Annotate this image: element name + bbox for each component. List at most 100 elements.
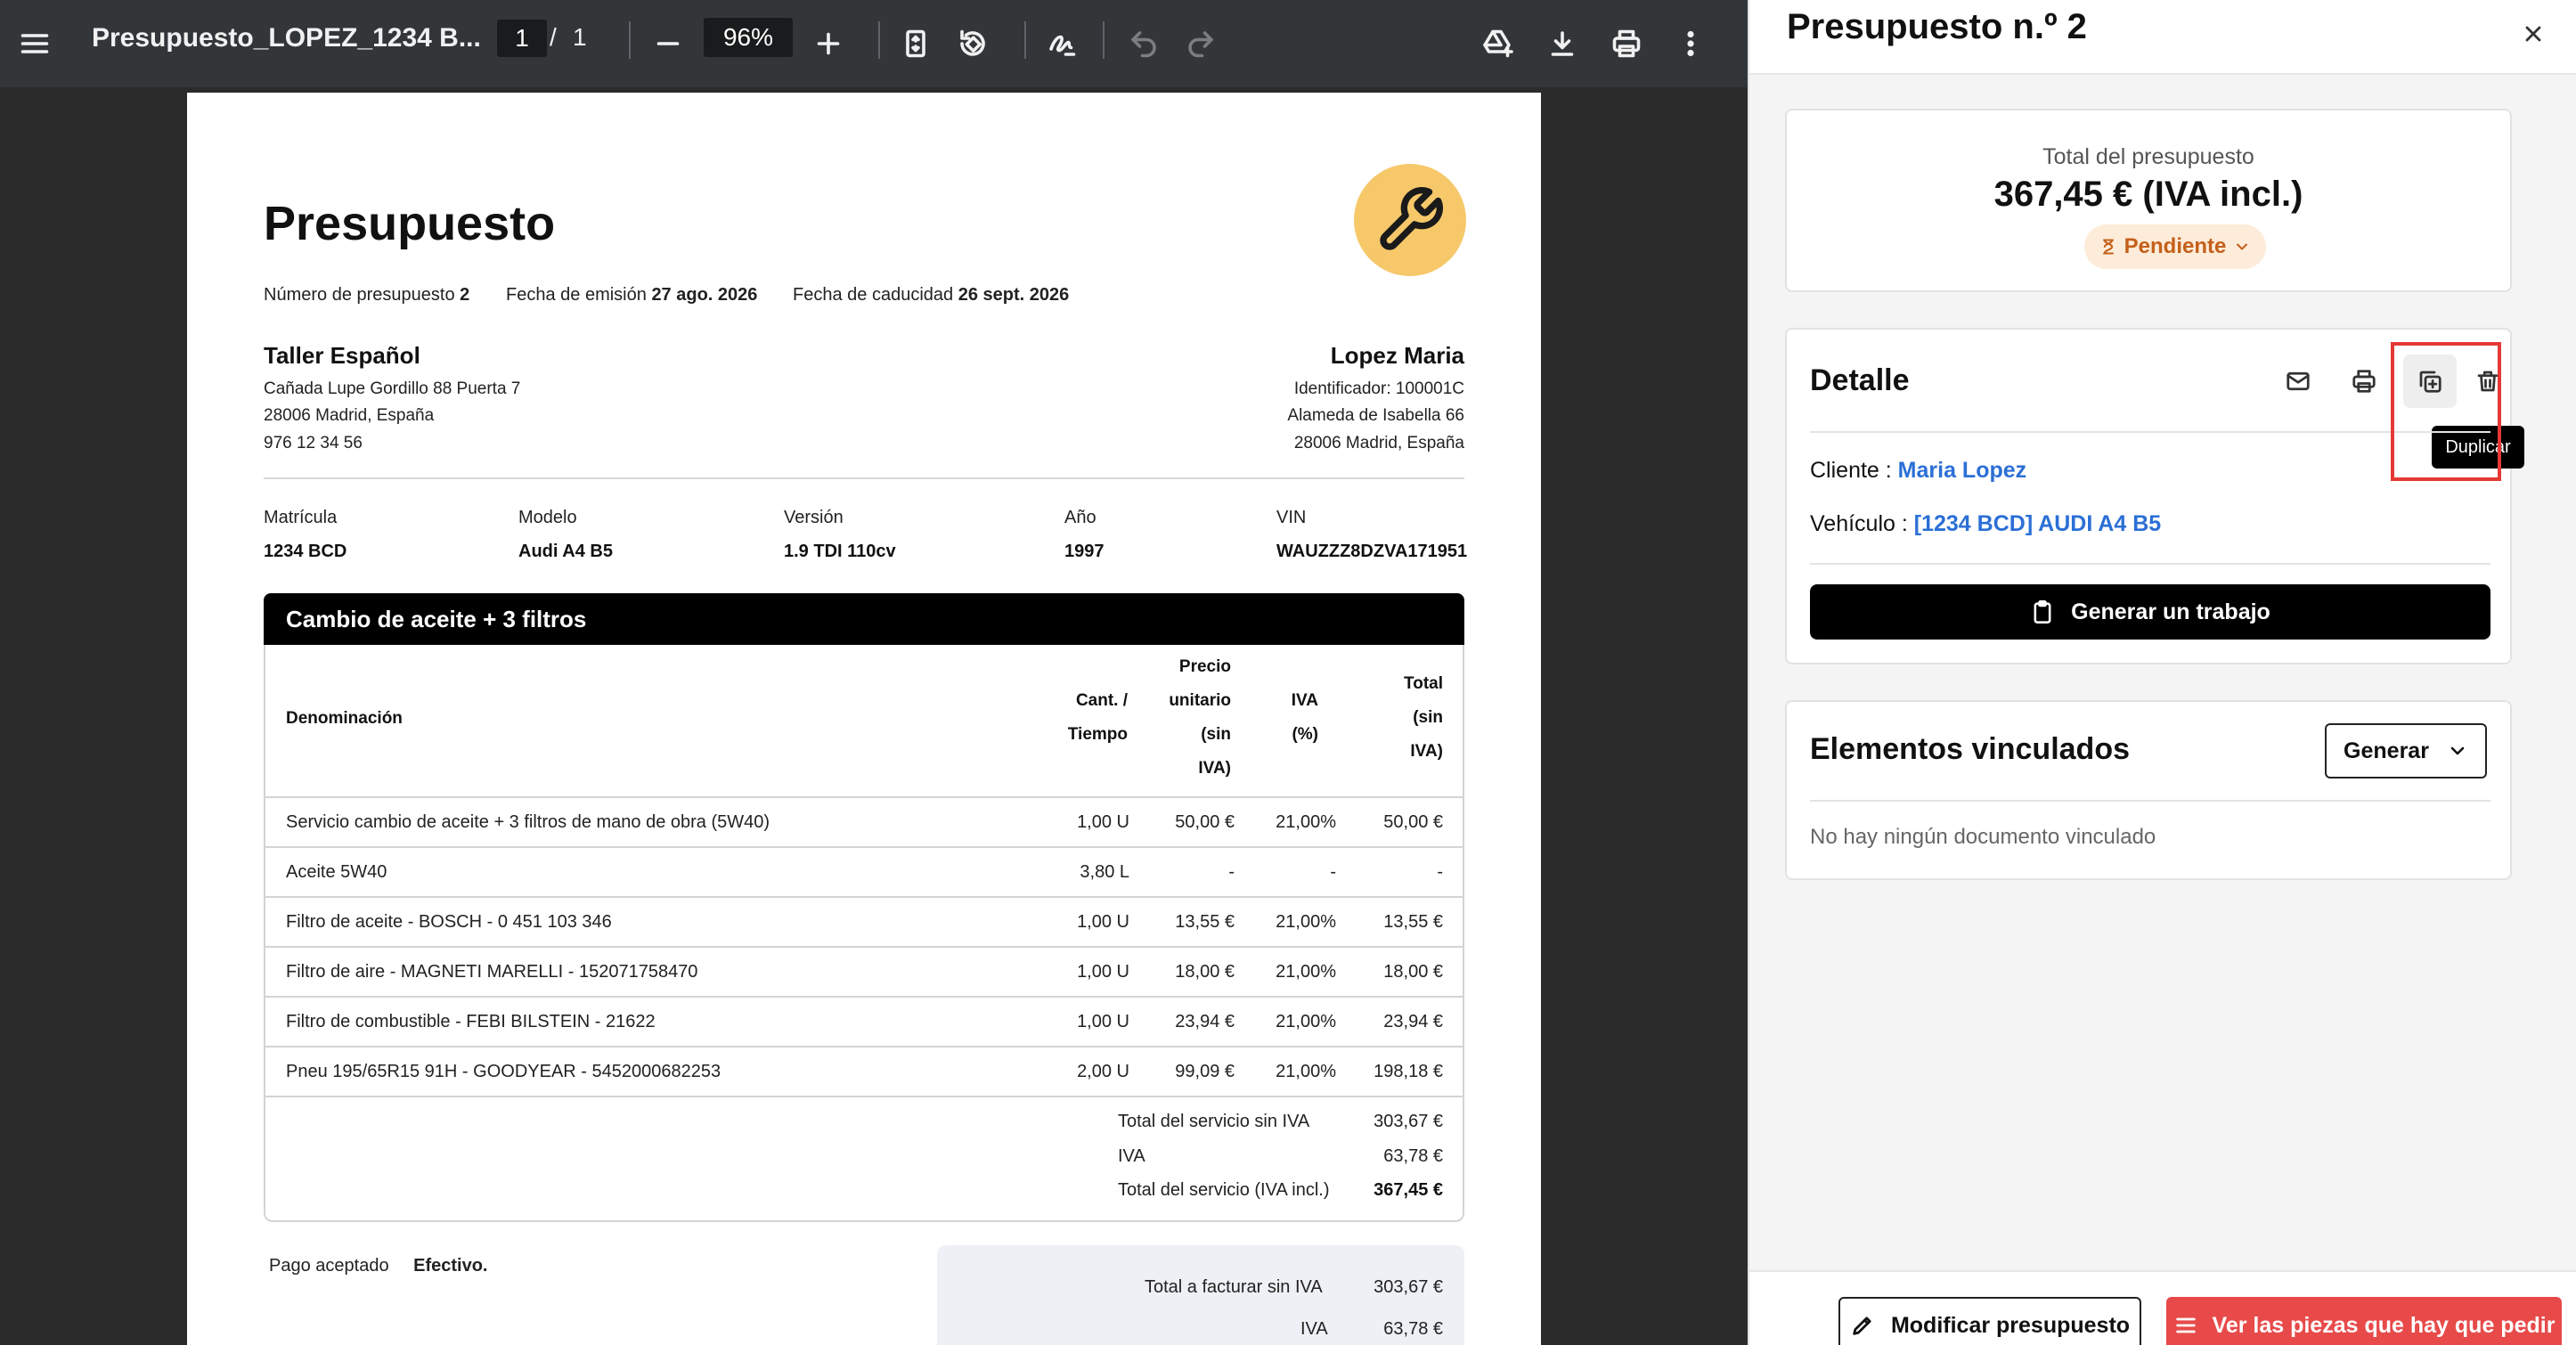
table-row: Filtro de aceite - BOSCH - 0 451 103 346… (264, 896, 1464, 946)
toolbar-divider (629, 21, 631, 59)
row-total: 13,55 € (1383, 912, 1443, 932)
row-price: 99,09 € (1175, 1062, 1235, 1081)
zoom-in-button[interactable] (802, 17, 855, 70)
vehicle-year-label: Año (1064, 508, 1096, 527)
quote-side-panel: Presupuesto n.º 2 Total del presupuesto … (1748, 0, 2576, 1345)
vehicle-vin-label: VIN (1276, 508, 1307, 527)
header-line: Total (1404, 674, 1443, 693)
header-line: IVA (1291, 691, 1318, 710)
row-price: 13,55 € (1175, 912, 1235, 932)
save-to-drive-icon[interactable] (1471, 17, 1525, 70)
vehicle-plate: 1234 BCD (264, 542, 347, 561)
column-header-total: Total (sin IVA) (1404, 667, 1443, 769)
generate-job-button[interactable]: Generar un trabajo (1810, 584, 2490, 640)
parts-to-order-button[interactable]: Ver las piezas que hay que pedir (2166, 1297, 2562, 1345)
total-amount: 367,45 € (IVA incl.) (1993, 175, 2303, 214)
edit-quote-button[interactable]: Modificar presupuesto (1838, 1297, 2141, 1345)
rotate-icon[interactable] (946, 17, 999, 70)
column-header-vat: IVA (%) (1292, 684, 1318, 752)
vehicle-model: Audi A4 B5 (518, 542, 613, 561)
page-separator: / (550, 23, 557, 51)
table-row: Pneu 195/65R15 91H - GOODYEAR - 54520006… (264, 1046, 1464, 1096)
client-row: Cliente : Maria Lopez (1810, 458, 2026, 484)
panel-footer: Modificar presupuesto Ver las piezas que… (1749, 1270, 2576, 1345)
duplicate-icon[interactable] (2403, 355, 2457, 408)
client-address-line: Alameda de Isabella 66 (1287, 406, 1464, 425)
status-dropdown[interactable]: Pendiente (2084, 224, 2266, 269)
annotate-icon[interactable] (1035, 17, 1088, 70)
vehicle-row: Vehículo : [1234 BCD] AUDI A4 B5 (1810, 511, 2161, 537)
vehicle-label: Vehículo : (1810, 511, 1908, 536)
row-qty: 3,80 L (1080, 862, 1129, 882)
row-price: 50,00 € (1175, 812, 1235, 832)
more-options-icon[interactable] (1664, 17, 1717, 70)
invoice-subtotal-value: 303,67 € (1374, 1277, 1443, 1297)
invoice-vat-value: 63,78 € (1383, 1319, 1443, 1339)
redo-icon[interactable] (1174, 17, 1227, 70)
shop-address-line: 28006 Madrid, España (264, 406, 435, 425)
edit-quote-label: Modificar presupuesto (1890, 1312, 2131, 1338)
close-icon[interactable] (2515, 16, 2551, 52)
menu-icon[interactable] (8, 17, 61, 70)
row-price: 18,00 € (1175, 962, 1235, 982)
row-name: Filtro de aceite - BOSCH - 0 451 103 346 (286, 912, 612, 932)
vat-label: IVA (1118, 1146, 1145, 1166)
divider (264, 477, 1464, 479)
shop-address-line: Cañada Lupe Gordillo 88 Puerta 7 (264, 379, 521, 398)
expiry-date-label: Fecha de caducidad (793, 285, 954, 305)
generate-dropdown[interactable]: Generar (2325, 723, 2487, 778)
page-number-input[interactable]: 1 (497, 20, 547, 57)
vehicle-version: 1.9 TDI 110cv (784, 542, 896, 561)
column-header-price: Precio unitario (sin IVA) (1169, 650, 1231, 786)
toolbar-divider (1103, 21, 1105, 59)
row-total: 50,00 € (1383, 812, 1443, 832)
issue-date-label: Fecha de emisión (506, 285, 647, 305)
undo-icon[interactable] (1117, 17, 1170, 70)
quote-title: Presupuesto (264, 197, 556, 250)
trash-icon[interactable] (2466, 355, 2510, 408)
table-row: Aceite 5W40 3,80 L - - - (264, 846, 1464, 896)
generate-dropdown-label: Generar (2344, 738, 2429, 763)
email-icon[interactable] (2271, 355, 2325, 408)
divider (1810, 563, 2490, 565)
zoom-level-input[interactable]: 96% (704, 18, 793, 57)
quote-number-label: Número de presupuesto (264, 285, 455, 305)
status-label: Pendiente (2124, 234, 2227, 258)
linked-elements-title: Elementos vinculados (1810, 732, 2130, 766)
row-total: - (1437, 862, 1443, 882)
zoom-out-button[interactable] (641, 17, 695, 70)
table-divider (264, 1096, 1464, 1097)
print-icon[interactable] (1600, 17, 1653, 70)
row-vat: - (1330, 862, 1336, 882)
print-icon[interactable] (2337, 355, 2391, 408)
linked-empty-text: No hay ningún documento vinculado (1810, 825, 2156, 849)
shop-phone: 976 12 34 56 (264, 434, 363, 452)
payment-label: Pago aceptado (269, 1256, 389, 1276)
wrench-icon (1354, 164, 1466, 276)
pencil-icon (1853, 1316, 1871, 1335)
column-header-qty: Cant. / Tiempo (1068, 684, 1128, 752)
generate-job-label: Generar un trabajo (2071, 599, 2270, 624)
header-line: (sin (1201, 725, 1231, 744)
quote-number: Número de presupuesto 2 (264, 285, 469, 306)
fit-page-icon[interactable] (889, 17, 942, 70)
detail-title: Detalle (1810, 363, 1910, 397)
invoice-subtotal-label: Total a facturar sin IVA (1145, 1277, 1323, 1297)
page-total: 1 (573, 23, 587, 51)
client-name: Lopez Maria (1330, 342, 1464, 369)
payment-method: Pago aceptado Efectivo. (269, 1256, 487, 1276)
payment-value: Efectivo. (413, 1256, 488, 1276)
client-link[interactable]: Maria Lopez (1898, 458, 2026, 483)
expiry-date: Fecha de caducidad 26 sept. 2026 (793, 285, 1069, 306)
chevron-down-icon (2237, 243, 2248, 250)
download-icon[interactable] (1536, 17, 1589, 70)
table-row: Filtro de combustible - FEBI BILSTEIN - … (264, 996, 1464, 1046)
header-line: (%) (1292, 725, 1318, 744)
row-total: 198,18 € (1374, 1062, 1443, 1081)
total-card: Total del presupuesto 367,45 € (IVA incl… (1785, 109, 2512, 292)
row-name: Filtro de aire - MAGNETI MARELLI - 15207… (286, 962, 698, 982)
invoice-vat-label: IVA (1300, 1319, 1328, 1339)
vehicle-link[interactable]: [1234 BCD] AUDI A4 B5 (1914, 511, 2161, 536)
row-vat: 21,00% (1276, 1062, 1336, 1081)
clipboard-icon (2034, 600, 2051, 624)
